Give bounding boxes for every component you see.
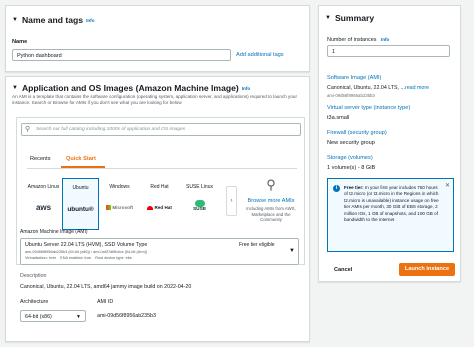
read-more-link[interactable]: read more bbox=[405, 85, 429, 91]
architecture-value: 64-bit (x86) bbox=[25, 314, 52, 320]
tabs-divider bbox=[27, 168, 297, 169]
search-placeholder: Search our full catalog including 1000s … bbox=[36, 127, 186, 132]
close-icon[interactable]: ✕ bbox=[445, 182, 450, 189]
free-tier-alert: i Free tier: In your first year includes… bbox=[327, 178, 454, 252]
ami-select[interactable]: Ubuntu Server 22.04 LTS (HVM), SSD Volum… bbox=[20, 238, 299, 265]
info-circle-icon: i bbox=[333, 185, 340, 192]
summary-title: Summary bbox=[334, 13, 375, 23]
caret-down-icon: ▼ bbox=[12, 17, 18, 23]
free-tier-body: In your first year includes 750 hours of… bbox=[344, 185, 439, 223]
redhat-logo-icon: Red Hat bbox=[141, 205, 178, 211]
description-label: Description bbox=[20, 273, 47, 279]
free-tier-title: Free tier: bbox=[344, 185, 364, 190]
ami-header[interactable]: ▼ Application and OS Images (Amazon Mach… bbox=[12, 83, 250, 93]
ami-card-windows[interactable]: Windows Microsoft bbox=[101, 178, 138, 230]
chevron-down-icon: ▼ bbox=[76, 314, 81, 320]
section-title: Application and OS Images (Amazon Machin… bbox=[21, 83, 239, 93]
ami-card-suse[interactable]: SUSE Linux SUSE bbox=[181, 178, 218, 230]
info-link[interactable]: Info bbox=[86, 18, 94, 23]
instances-label: Number of instances Info bbox=[327, 37, 389, 43]
chevron-down-icon: ▼ bbox=[289, 248, 295, 254]
redhat-logo-text: Red Hat bbox=[154, 205, 172, 210]
browse-more-sub: Including AMIs from AWS, Marketplace and… bbox=[246, 206, 296, 223]
browse-more-box[interactable]: ⚲ Browse more AMIs Including AMIs from A… bbox=[242, 178, 300, 230]
summary-panel: ▼ Summary Number of instances Info 1 Sof… bbox=[318, 5, 461, 282]
software-image-text: Canonical, Ubuntu, 22.04 LTS, ... bbox=[327, 85, 405, 91]
summary-header[interactable]: ▼ Summary bbox=[325, 13, 374, 23]
ami-card-ubuntu[interactable]: Ubuntu ubuntu® bbox=[62, 178, 99, 230]
card-name: Windows bbox=[109, 184, 130, 190]
ami-id-label: AMI ID bbox=[97, 299, 114, 305]
suse-logo-icon: SUSE bbox=[181, 200, 218, 212]
instances-label-text: Number of instances bbox=[327, 37, 377, 43]
caret-down-icon: ▼ bbox=[12, 85, 18, 91]
search-icon: ⚲ bbox=[25, 126, 31, 133]
cancel-button[interactable]: Cancel bbox=[334, 267, 352, 273]
ami-name: Ubuntu Server 22.04 LTS (HVM), SSD Volum… bbox=[25, 242, 148, 248]
name-tags-panel: ▼ Name and tags Info Name Python dashboa… bbox=[5, 5, 310, 72]
description-value: Canonical, Ubuntu, 22.04 LTS, amd64 jamm… bbox=[20, 284, 192, 290]
ami-search-input[interactable]: ⚲ Search our full catalog including 1000… bbox=[21, 123, 301, 136]
storage-link[interactable]: Storage (volumes) bbox=[327, 155, 373, 161]
ami-id-value: ami-09d56f8956ab235b3 bbox=[97, 313, 156, 319]
microsoft-logo-text: Microsoft bbox=[112, 205, 134, 210]
name-tags-header[interactable]: ▼ Name and tags Info bbox=[12, 15, 95, 25]
info-link[interactable]: Info bbox=[381, 37, 389, 42]
card-name: Red Hat bbox=[150, 184, 169, 190]
software-image-id: ami-09d56f8956ab235b3 bbox=[327, 93, 375, 98]
firewall-value: New security group bbox=[327, 140, 375, 146]
scroll-right-button[interactable]: › bbox=[226, 186, 237, 216]
architecture-label: Architecture bbox=[20, 299, 49, 305]
ami-panel: ▼ Application and OS Images (Amazon Mach… bbox=[5, 76, 310, 342]
card-name: SUSE Linux bbox=[186, 184, 213, 190]
storage-value: 1 volume(s) - 8 GiB bbox=[327, 165, 376, 171]
software-image-value: Canonical, Ubuntu, 22.04 LTS, ...read mo… bbox=[327, 85, 429, 91]
ami-label: Amazon Machine Image (AMI) bbox=[20, 229, 88, 235]
section-title: Name and tags bbox=[21, 15, 84, 25]
name-label: Name bbox=[12, 39, 28, 45]
instances-input[interactable]: 1 bbox=[327, 45, 450, 57]
software-image-link[interactable]: Software Image (AMI) bbox=[327, 75, 381, 81]
architecture-select[interactable]: 64-bit (x86) ▼ bbox=[20, 310, 86, 322]
browse-more-link[interactable]: Browse more AMIs bbox=[242, 198, 300, 204]
tab-recents[interactable]: Recents bbox=[30, 156, 51, 162]
name-input[interactable]: Python dashboard bbox=[12, 49, 231, 61]
ami-card-amazon-linux[interactable]: Amazon Linux aws bbox=[25, 178, 62, 230]
instance-type-link[interactable]: Virtual server type (instance type) bbox=[327, 105, 410, 111]
info-link[interactable]: Info bbox=[242, 86, 250, 91]
caret-down-icon: ▼ bbox=[325, 15, 331, 21]
aws-logo-icon: aws bbox=[35, 203, 52, 212]
ami-virt-line: Virtualization: hvm ENA enabled: true Ro… bbox=[25, 256, 132, 260]
card-name: Amazon Linux bbox=[27, 184, 60, 190]
ubuntu-logo-icon: ubuntu® bbox=[67, 206, 94, 213]
firewall-link[interactable]: Firewall (security group) bbox=[327, 130, 387, 136]
free-tier-alert-text: Free tier: In your first year includes 7… bbox=[344, 185, 440, 224]
search-icon: ⚲ bbox=[266, 177, 276, 192]
card-name: Ubuntu bbox=[72, 185, 89, 191]
instance-type-value: t3a.small bbox=[327, 115, 350, 121]
microsoft-logo-icon: Microsoft bbox=[101, 205, 138, 211]
ami-id-line: ami-09d56f8956ab235b3 (64-bit (x86)) / a… bbox=[25, 250, 148, 254]
launch-instance-button[interactable]: Launch instance bbox=[399, 263, 455, 276]
ami-card-red-hat[interactable]: Red Hat Red Hat bbox=[141, 178, 178, 230]
ami-description-text: An AMI is a template that contains the s… bbox=[12, 94, 297, 105]
add-tags-link[interactable]: Add additional tags bbox=[236, 52, 284, 58]
tab-quick-start[interactable]: Quick Start bbox=[66, 156, 96, 162]
free-tier-badge: Free tier eligible bbox=[239, 242, 275, 248]
suse-logo-text: SUSE bbox=[192, 207, 207, 212]
